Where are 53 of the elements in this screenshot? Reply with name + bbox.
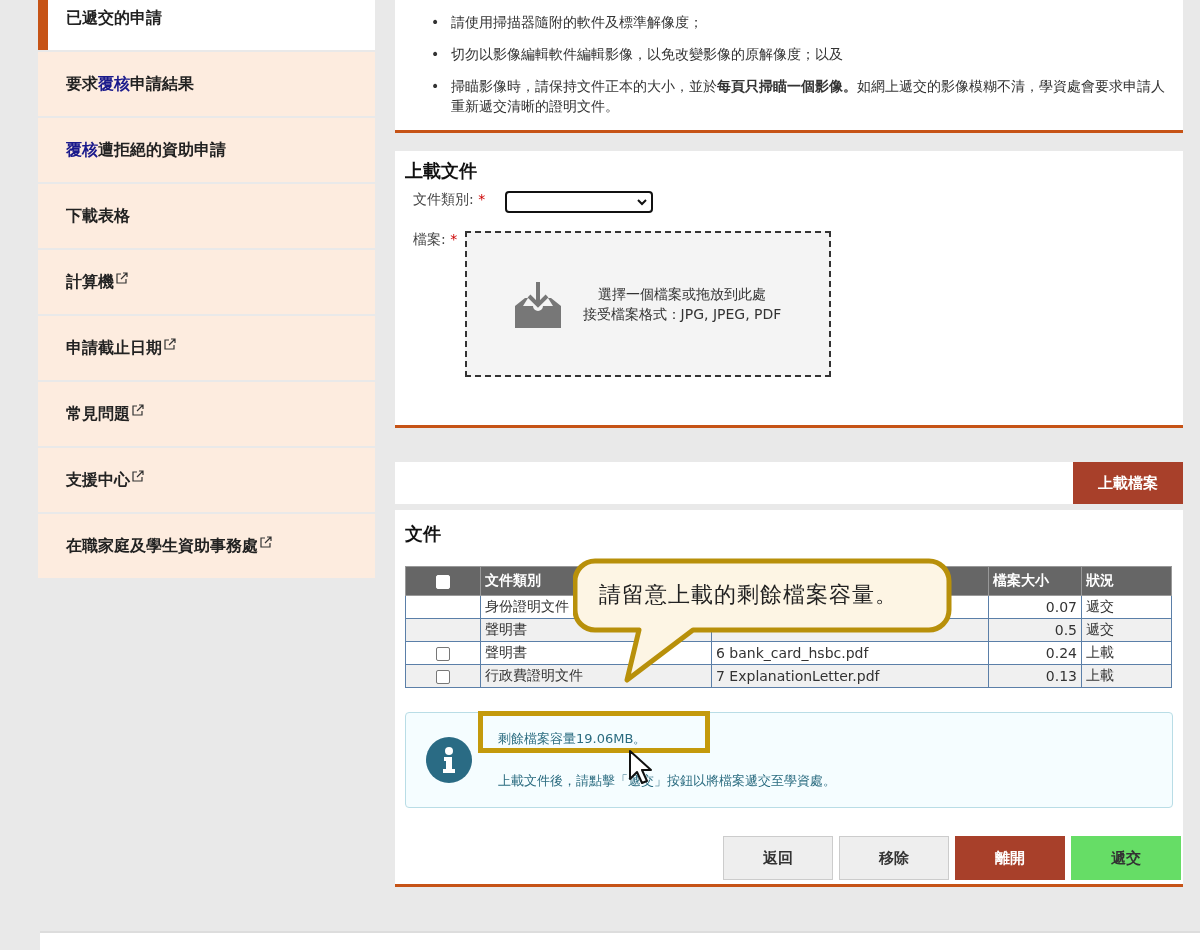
field-label: 文件類別: * [413, 191, 487, 209]
table-cell: 0.07 [988, 595, 1082, 619]
table-cell: 0.13 [988, 664, 1082, 688]
table-cell: 0.5 [988, 618, 1082, 642]
table-cell: 上載 [1081, 664, 1172, 688]
download-tray-icon [514, 280, 561, 328]
file-name-field[interactable] [395, 462, 1073, 504]
table-cell: 6 bank_card_hsbc.pdf [711, 641, 989, 665]
note-text: 切勿以影像編輯軟件編輯影像，以免改變影像的原解像度；以及 [451, 45, 844, 64]
table-cell: 遞交 [1081, 618, 1172, 642]
drop-zone-text: 選擇一個檔案或拖放到此處 接受檔案格式：JPG, JPEG, PDF [582, 285, 782, 324]
note-text: 請使用掃描器隨附的軟件及標準解像度； [451, 13, 704, 32]
sidebar-item[interactable]: 要求覆核申請結果 [38, 52, 375, 116]
select-all-checkbox[interactable] [436, 575, 450, 589]
action-button[interactable]: 離開 [955, 836, 1065, 880]
external-link-icon [116, 272, 128, 284]
bullet-marker: • [431, 13, 440, 32]
sidebar-item[interactable]: 計算機 [38, 250, 375, 314]
table-cell: 上載 [1081, 641, 1172, 665]
table-cell: 0.24 [988, 641, 1082, 665]
bullet-marker: • [431, 45, 440, 64]
section-title: 上載文件 [405, 159, 478, 183]
section-title: 文件 [405, 522, 442, 546]
external-link-icon [260, 536, 272, 548]
external-link-icon [132, 470, 144, 482]
chevron-down-icon [637, 198, 647, 206]
field-label: 檔案: * [413, 231, 459, 249]
sidebar-item[interactable]: 在職家庭及學生資助事務處 [38, 514, 375, 578]
sidebar-item[interactable]: 已遞交的申請 [38, 0, 375, 50]
file-drop-zone[interactable]: 選擇一個檔案或拖放到此處 接受檔案格式：JPG, JPEG, PDF [465, 231, 831, 377]
note-text: 掃瞄影像時，請保持文件正本的大小，並於每頁只掃瞄一個影像。如網上遞交的影像模糊不清，學資處會要求申請人重新遞交清晰的證明文件。 [451, 77, 1167, 116]
external-link-icon [164, 338, 176, 350]
cursor-icon [628, 749, 652, 785]
sidebar-item[interactable]: 常見問題 [38, 382, 375, 446]
external-link-icon [132, 404, 144, 416]
row-checkbox[interactable] [436, 670, 450, 684]
action-button[interactable]: 返回 [723, 836, 833, 880]
info-icon [426, 737, 472, 783]
document-type-select[interactable] [505, 191, 653, 213]
sidebar-item[interactable]: 覆核遭拒絕的資助申請 [38, 118, 375, 182]
column-header: 狀況 [1081, 566, 1172, 596]
remaining-capacity-text: 剩餘檔案容量19.06MB。 [498, 730, 648, 748]
action-button[interactable]: 移除 [839, 836, 949, 880]
upload-file-button[interactable]: 上載檔案 [1073, 462, 1183, 504]
action-button[interactable]: 遞交 [1071, 836, 1181, 880]
column-header: 檔案大小 [988, 566, 1082, 596]
sidebar-item[interactable]: 申請截止日期 [38, 316, 375, 380]
sidebar-item[interactable]: 下載表格 [38, 184, 375, 248]
table-cell: 7 ExplanationLetter.pdf [711, 664, 989, 688]
bullet-marker: • [431, 77, 440, 96]
row-checkbox[interactable] [436, 647, 450, 661]
sidebar-item[interactable]: 支援中心 [38, 448, 375, 512]
table-cell: 遞交 [1081, 595, 1172, 619]
